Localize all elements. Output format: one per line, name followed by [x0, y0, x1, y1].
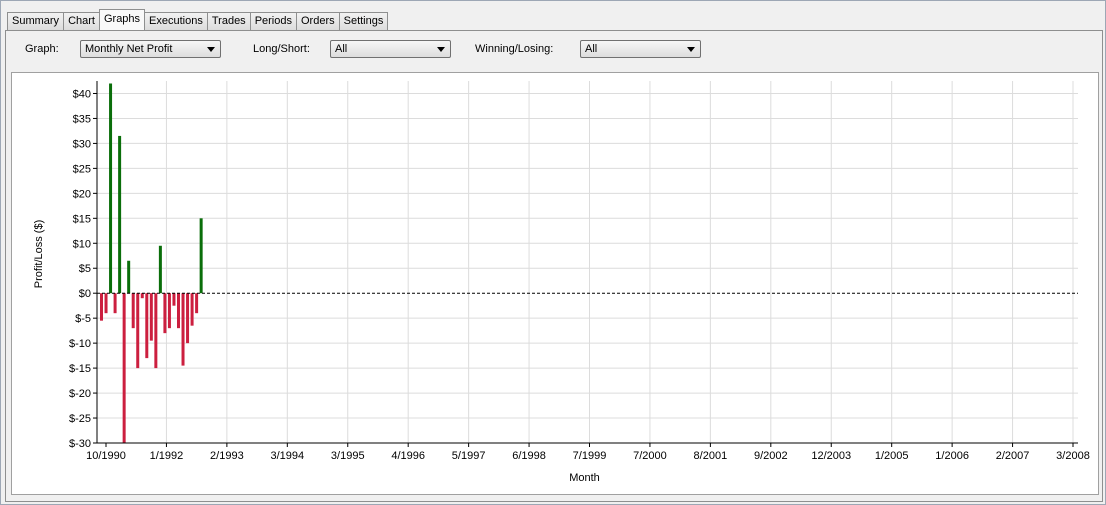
tab-graphs[interactable]: Graphs — [98, 9, 146, 30]
x-tick-label: 5/1997 — [452, 450, 486, 462]
x-tick-label: 2/2007 — [996, 450, 1030, 462]
bar — [181, 293, 185, 366]
y-tick-label: $-5 — [75, 313, 91, 325]
bar — [118, 135, 122, 294]
y-tick-label: $20 — [73, 188, 91, 200]
bar — [104, 293, 108, 314]
bar — [163, 293, 167, 334]
y-tick-label: $35 — [73, 113, 91, 125]
chart-area: $40 $35 $30 $25 $20 $15 $10 $5 $0 $-5 $-10 $-15 $-20… — [11, 72, 1099, 495]
winlose-select-value: All — [585, 43, 598, 55]
x-tick-label: 9/2002 — [754, 450, 788, 462]
longshort-label: Long/Short: — [253, 43, 310, 55]
y-tick-label: $-25 — [69, 413, 91, 425]
x-tick-label: 1/2006 — [935, 450, 969, 462]
tab-periods[interactable]: Periods — [249, 12, 297, 30]
bar — [140, 293, 144, 299]
longshort-select-value: All — [335, 43, 348, 55]
app-window: Summary Chart Graphs Executions Trades Period… — [0, 0, 1106, 505]
y-tick-label: $15 — [73, 213, 91, 225]
graph-toolbar: Graph: Monthly Net Profit Long/Short: Al… — [9, 34, 1099, 68]
tab-settings[interactable]: Settings — [338, 12, 389, 30]
x-tick-label: 3/2008 — [1056, 450, 1090, 462]
tab-trades[interactable]: Trades — [206, 12, 251, 30]
monthly-net-profit-chart: $40 $35 $30 $25 $20 $15 $10 $5 $0 $-5 $-10 $-15 $-20… — [33, 81, 1090, 484]
x-tick-label: 8/2001 — [694, 450, 728, 462]
bar — [122, 293, 126, 443]
tab-executions[interactable]: Executions — [144, 12, 208, 30]
x-tick-label: 4/1996 — [391, 450, 425, 462]
graph-label: Graph: — [25, 43, 59, 55]
x-tick-label: 7/1999 — [573, 450, 607, 462]
y-tick-label: $-30 — [69, 438, 91, 450]
bar — [113, 293, 117, 314]
x-tick-label: 6/1998 — [512, 450, 546, 462]
y-tick-label: $40 — [73, 88, 91, 100]
y-tick-label: $-10 — [69, 338, 91, 350]
x-tick-label: 2/1993 — [210, 450, 244, 462]
x-tick-label: 3/1994 — [270, 450, 304, 462]
tab-summary[interactable]: Summary — [7, 12, 65, 30]
bar — [186, 293, 190, 344]
y-tick-label: $-15 — [69, 363, 91, 375]
y-tick-label: $30 — [73, 138, 91, 150]
bar — [195, 293, 199, 314]
bar — [176, 293, 180, 329]
graph-select[interactable]: Monthly Net Profit — [80, 40, 221, 58]
bar — [109, 83, 113, 294]
bar — [199, 218, 203, 294]
y-tick-label: $25 — [73, 163, 91, 175]
x-axis-title: Month — [569, 472, 600, 484]
bar — [149, 293, 153, 341]
bar — [172, 293, 176, 306]
x-tick-label: 10/1990 — [86, 450, 126, 462]
x-tick-label: 1/1992 — [150, 450, 184, 462]
longshort-select[interactable]: All — [330, 40, 451, 58]
bar — [127, 260, 131, 294]
chevron-down-icon — [687, 47, 695, 52]
bar — [158, 245, 162, 294]
chevron-down-icon — [207, 47, 215, 52]
x-tick-label: 7/2000 — [633, 450, 667, 462]
tab-chart[interactable]: Chart — [63, 12, 100, 30]
bar — [167, 293, 171, 329]
x-tick-label: 12/2003 — [811, 450, 851, 462]
y-tick-label: $-20 — [69, 388, 91, 400]
tab-orders[interactable]: Orders — [295, 12, 340, 30]
bar — [145, 293, 149, 359]
winlose-label: Winning/Losing: — [475, 43, 554, 55]
bar — [131, 293, 135, 329]
y-tick-label: $10 — [73, 238, 91, 250]
bar — [190, 293, 194, 326]
tab-bar: Summary Chart Graphs Executions Trades Period… — [7, 9, 389, 30]
winlose-select[interactable]: All — [580, 40, 701, 58]
bar — [154, 293, 158, 369]
chevron-down-icon — [437, 47, 445, 52]
bar — [100, 293, 103, 321]
bar — [136, 293, 140, 369]
y-tick-label: $0 — [79, 288, 91, 300]
y-axis-title: Profit/Loss ($) — [33, 220, 45, 288]
x-tick-label: 1/2005 — [875, 450, 909, 462]
x-tick-label: 3/1995 — [331, 450, 365, 462]
graph-select-value: Monthly Net Profit — [85, 43, 173, 55]
y-tick-label: $5 — [79, 263, 91, 275]
